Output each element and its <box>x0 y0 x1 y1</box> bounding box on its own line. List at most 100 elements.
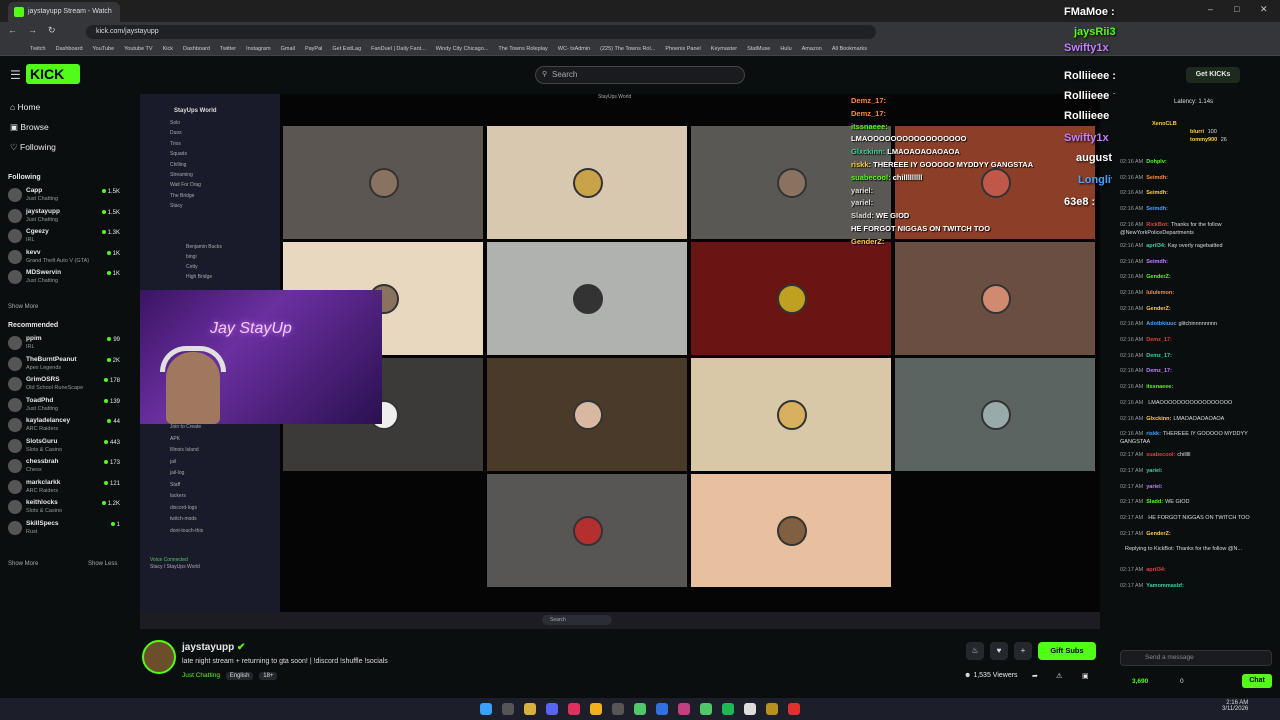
bookmark-item[interactable]: Gmail <box>281 46 295 52</box>
app-icon[interactable] <box>788 703 800 715</box>
clock[interactable]: 2:16 AM 3/11/2026 <box>1222 700 1248 712</box>
app-icon[interactable] <box>656 703 668 715</box>
show-less-recommended[interactable]: Show Less <box>88 561 117 567</box>
minimize-icon[interactable]: – <box>1208 4 1213 14</box>
nav-home[interactable]: ⌂ Home <box>10 102 40 112</box>
sidebar-channel[interactable]: ppim IRL 99 <box>8 334 122 354</box>
bookmark-item[interactable]: Kick <box>163 46 173 52</box>
sidebar-channel[interactable]: GrimOSRS Old School RuneScape 178 <box>8 375 122 395</box>
chat-message[interactable]: Replying to KickBot: Thanks for the foll… <box>1120 545 1276 553</box>
chat-username[interactable]: GenderZ: <box>1146 531 1170 537</box>
streamer-name[interactable]: jaystayupp ✔ <box>182 642 245 653</box>
theater-icon[interactable]: ▣ <box>1082 672 1089 680</box>
bookmark-item[interactable]: Get ExitLag <box>332 46 361 52</box>
bookmark-item[interactable]: PayPal <box>305 46 322 52</box>
chat-message[interactable]: 02:16 AM Seimdh: <box>1120 189 1276 197</box>
chat-message[interactable]: 02:17 AM yariel: <box>1120 467 1276 475</box>
show-more-recommended[interactable]: Show More <box>8 561 38 567</box>
chat-username[interactable]: Seimdh: <box>1146 175 1168 181</box>
chat-message[interactable]: 02:17 AM Sladd: WE GIOD <box>1120 498 1276 506</box>
forward-icon[interactable]: → <box>28 25 37 35</box>
chat-message[interactable]: 02:16 AM Glxckinn: LMAOAOAOAOAOA <box>1120 415 1276 423</box>
category-link[interactable]: Just Chatting <box>182 672 220 679</box>
chat-send-button[interactable]: Chat <box>1242 674 1272 688</box>
chat-message[interactable]: 02:17 AM suabecool: chilllll <box>1120 451 1276 459</box>
bookmark-item[interactable]: YouTube <box>93 46 115 52</box>
chat-username[interactable]: april34: <box>1146 567 1166 573</box>
chat-username[interactable]: Demz_17: <box>1146 337 1172 343</box>
browser-tab[interactable]: jaystayupp Stream - Watch <box>8 2 120 22</box>
bookmark-item[interactable]: Keymaster <box>711 46 737 52</box>
tag-language[interactable]: English <box>225 672 254 680</box>
sidebar-channel[interactable]: SkillSpecs Rust 1 <box>8 519 122 539</box>
sidebar-channel[interactable]: jaystayupp Just Chatting 1.5K <box>8 207 122 227</box>
menu-icon[interactable]: ☰ <box>10 68 21 82</box>
bookmark-item[interactable]: All Bookmarks <box>832 46 867 52</box>
nav-browse[interactable]: ▣ Browse <box>10 122 49 133</box>
chat-username[interactable]: GenderZ: <box>1146 306 1170 312</box>
chat-message[interactable]: 02:16 AM GenderZ: <box>1120 305 1276 313</box>
notification-bell-icon[interactable]: ♨ <box>966 642 984 660</box>
chat-username[interactable]: GenderZ: <box>1146 274 1170 280</box>
chat-username[interactable]: Demz_17: <box>1146 368 1172 374</box>
chat-message[interactable]: 02:16 AM april34: Kay overly ragebaitted <box>1120 242 1276 250</box>
chat-username[interactable]: Adotbkiuuc <box>1146 321 1176 327</box>
chat-message[interactable]: 02:16 AM Dohplv: <box>1120 158 1276 166</box>
chat-username[interactable]: Seimdh: <box>1146 259 1168 265</box>
chat-message[interactable]: 02:17 AM Yamommasbf: <box>1120 582 1276 590</box>
sidebar-channel[interactable]: keithlocks Slots & Casino 1.2K <box>8 498 122 518</box>
bookmark-item[interactable]: Phoenix Panel <box>665 46 700 52</box>
share-icon[interactable]: ➦ <box>1032 672 1038 680</box>
chat-message[interactable]: 02:16 AM GenderZ: <box>1120 273 1276 281</box>
bookmark-item[interactable]: (225) The Towns Rol... <box>600 46 655 52</box>
sidebar-channel[interactable]: MDSwervin Just Chatting 1K <box>8 268 122 288</box>
sidebar-channel[interactable]: kevv Grand Theft Auto V (GTA) 1K <box>8 248 122 268</box>
sidebar-channel[interactable]: chessbrah Chess 173 <box>8 457 122 477</box>
bookmark-item[interactable]: WC- txAdmin <box>558 46 590 52</box>
chat-message[interactable]: 02:16 AM lululemon: <box>1120 289 1276 297</box>
bookmark-item[interactable]: Hulu <box>780 46 791 52</box>
chat-message[interactable]: 02:16 AM LMAOOOOOOOOOOOOOOOOO <box>1120 399 1276 407</box>
send-message-input[interactable]: Send a message <box>1120 650 1272 666</box>
chat-message[interactable]: 02:16 AM Seimdh: <box>1120 258 1276 266</box>
sidebar-channel[interactable]: TheBurntPeanut Apex Legends 2K <box>8 355 122 375</box>
bookmark-item[interactable]: StatMuse <box>747 46 770 52</box>
chat-username[interactable]: riskk: <box>1146 431 1161 437</box>
kick-logo[interactable]: KICK <box>26 64 80 84</box>
bookmark-item[interactable]: The Towns Roleplay <box>498 46 547 52</box>
chat-message[interactable]: 02:16 AM Seimdh: <box>1120 174 1276 182</box>
chat-username[interactable]: RickBot: <box>1146 222 1169 228</box>
chat-username[interactable]: Demz_17: <box>1146 353 1172 359</box>
chat-message[interactable]: 02:17 AM yariel: <box>1120 483 1276 491</box>
chat-username[interactable]: lululemon: <box>1146 290 1174 296</box>
bookmark-item[interactable]: Twitter <box>220 46 236 52</box>
chat-username[interactable]: suabecool: <box>1146 452 1175 458</box>
bookmark-item[interactable]: Windy City Chicago... <box>436 46 489 52</box>
tag-age[interactable]: 18+ <box>259 672 278 680</box>
chrome-icon[interactable] <box>590 703 602 715</box>
url-field[interactable]: kick.com/jaystayupp <box>86 25 876 39</box>
discord-icon[interactable] <box>546 703 558 715</box>
chat-username[interactable]: april34: <box>1146 243 1166 249</box>
app-icon[interactable] <box>766 703 778 715</box>
chat-username[interactable]: Seimdh: <box>1146 206 1168 212</box>
chat-message[interactable]: 02:16 AM Demz_17: <box>1120 336 1276 344</box>
show-more-following[interactable]: Show More <box>8 304 38 310</box>
nav-following[interactable]: ♡ Following <box>10 142 56 153</box>
bookmark-item[interactable]: Dashboard <box>56 46 83 52</box>
chat-username[interactable]: Seimdh: <box>1146 190 1168 196</box>
folder-icon[interactable] <box>524 703 536 715</box>
windows-start-icon[interactable] <box>480 703 492 715</box>
chat-message[interactable]: 02:16 AM Demz_17: <box>1120 367 1276 375</box>
chat-message[interactable]: 02:17 AM HE FORGOT NIGGAS ON TWITCH TOO <box>1120 514 1276 522</box>
spotify-icon[interactable] <box>700 703 712 715</box>
terminal-icon[interactable] <box>612 703 624 715</box>
bookmark-item[interactable]: Youtube TV <box>124 46 152 52</box>
sidebar-channel[interactable]: kayladelancey ARC Raiders 44 <box>8 416 122 436</box>
sidebar-channel[interactable]: SlotsGuru Slots & Casino 443 <box>8 437 122 457</box>
bookmark-item[interactable]: FanDuel | Daily Fant... <box>371 46 426 52</box>
back-icon[interactable]: ← <box>8 25 17 35</box>
reload-icon[interactable]: ↻ <box>48 25 56 36</box>
bookmark-item[interactable]: Twitch <box>30 46 46 52</box>
report-icon[interactable]: ⚠ <box>1056 672 1062 680</box>
